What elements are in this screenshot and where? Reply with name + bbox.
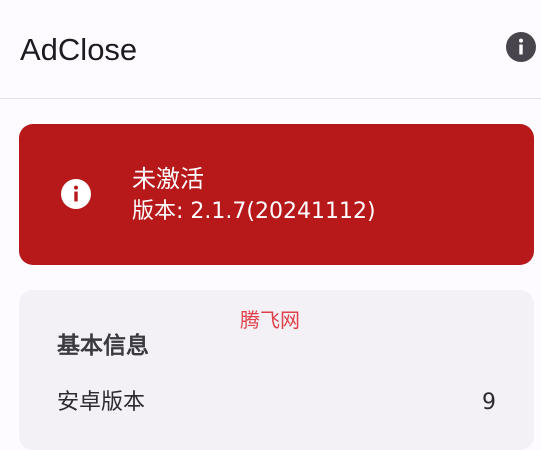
info-icon-graphic bbox=[506, 32, 536, 62]
watermark: 腾飞网 bbox=[240, 308, 300, 332]
info-icon bbox=[60, 178, 92, 210]
activation-status-card[interactable]: 未激活 版本: 2.1.7(20241112) bbox=[19, 124, 534, 265]
app-bar: AdClose bbox=[0, 0, 541, 99]
version-text: 版本: 2.1.7(20241112) bbox=[132, 199, 376, 224]
info-icon[interactable] bbox=[505, 31, 537, 63]
activation-status-text: 未激活 bbox=[132, 165, 204, 193]
app-title: AdClose bbox=[20, 32, 138, 67]
android-version-label: 安卓版本 bbox=[57, 390, 146, 415]
basic-info-title: 基本信息 bbox=[57, 333, 149, 359]
android-version-value: 9 bbox=[482, 390, 496, 415]
